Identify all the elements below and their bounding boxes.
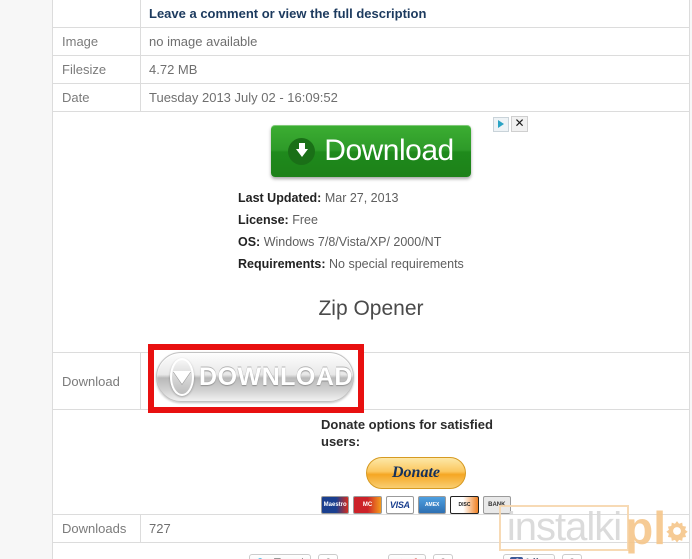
ad-spec-os: OS: Windows 7/8/Vista/XP/ 2000/NT — [238, 235, 524, 249]
table-row-advertisement: ✕ Download Last Updated: Mar 27, 2013 Li… — [52, 111, 690, 364]
maestro-icon: Maestro — [321, 496, 350, 514]
facebook-like-group: f Like 0 — [503, 553, 583, 559]
table-row-comment: Leave a comment or view the full descrip… — [52, 0, 690, 28]
bank-icon: BANK — [482, 496, 511, 514]
table-row-downloads-count: Downloads 727 — [52, 514, 690, 543]
download-triangle-icon — [170, 358, 195, 396]
ad-spec-last-updated: Last Updated: Mar 27, 2013 — [238, 191, 524, 205]
download-button-cell: DOWNLOAD — [140, 344, 690, 413]
file-info-table: Leave a comment or view the full descrip… — [52, 0, 690, 559]
download-highlight-box: DOWNLOAD — [148, 344, 364, 413]
table-row-date: Date Tuesday 2013 July 02 - 16:09:52 — [52, 83, 690, 112]
ad-spec-license: License: Free — [238, 213, 524, 227]
donate-title: Donate options for satisfied users: — [321, 417, 493, 449]
ad-spec-key: Requirements: — [238, 257, 326, 271]
ad-spec-list: Last Updated: Mar 27, 2013 License: Free… — [238, 191, 524, 271]
donate-button-label: Donate — [392, 464, 440, 481]
adchoices-triangle-icon[interactable] — [493, 116, 509, 132]
ad-spec-value: Windows 7/8/Vista/XP/ 2000/NT — [263, 235, 442, 249]
ad-download-button[interactable]: Download — [271, 125, 471, 177]
value-downloads: 727 — [140, 514, 690, 543]
ad-spec-value: No special requirements — [329, 257, 464, 271]
advertisement-block: ✕ Download Last Updated: Mar 27, 2013 Li… — [218, 112, 528, 364]
table-row-download: Download DOWNLOAD — [52, 344, 690, 413]
google-plus-group: g +1 0 — [388, 553, 453, 559]
tweet-button[interactable]: 🐦 Tweet — [249, 553, 312, 559]
label-date: Date — [52, 83, 141, 112]
label-downloads: Downloads — [52, 514, 141, 543]
ad-product-title: Zip Opener — [318, 297, 424, 320]
advertisement-cell: ✕ Download Last Updated: Mar 27, 2013 Li… — [52, 111, 690, 364]
tweet-count: 0 — [318, 553, 339, 559]
facebook-like-count: 0 — [562, 553, 583, 559]
google-plus-icon: g — [395, 555, 402, 559]
social-buttons: 🐦 Tweet 0 g +1 0 — [53, 543, 689, 559]
page-root: Leave a comment or view the full descrip… — [0, 0, 692, 559]
download-arrow-icon — [288, 137, 316, 165]
social-cell: 🐦 Tweet 0 g +1 0 — [52, 542, 690, 559]
payment-card-icons: Maestro MC VISA AMEX DISC BANK — [321, 496, 511, 514]
facebook-like-button[interactable]: f Like — [503, 553, 556, 559]
ad-spec-requirements: Requirements: No special requirements — [238, 257, 524, 271]
ad-controls: ✕ — [493, 116, 528, 132]
ad-spec-value: Free — [292, 213, 318, 227]
table-row-donate: Donate options for satisfied users: Dona… — [52, 409, 690, 515]
label-download: Download — [52, 352, 141, 410]
value-filesize: 4.72 MB — [140, 55, 690, 84]
label-filesize: Filesize — [52, 55, 141, 84]
close-icon[interactable]: ✕ — [511, 116, 528, 132]
visa-icon: VISA — [385, 496, 414, 514]
donate-cell: Donate options for satisfied users: Dona… — [52, 409, 690, 515]
leave-comment-link[interactable]: Leave a comment or view the full descrip… — [149, 6, 426, 21]
ad-download-button-label: Download — [324, 134, 454, 167]
discover-icon: DISC — [450, 496, 479, 514]
table-row-image: Image no image available — [52, 27, 690, 56]
label-image: Image — [52, 27, 141, 56]
ad-spec-key: License: — [238, 213, 289, 227]
table-row-filesize: Filesize 4.72 MB — [52, 55, 690, 84]
donate-block: Donate options for satisfied users: Dona… — [321, 410, 511, 514]
mastercard-icon: MC — [353, 496, 382, 514]
twitter-share-group: 🐦 Tweet 0 — [249, 553, 339, 559]
value-image: no image available — [140, 27, 690, 56]
ad-spec-key: OS: — [238, 235, 261, 249]
comment-cell: Leave a comment or view the full descrip… — [140, 0, 690, 28]
comment-spacer-cell — [52, 0, 141, 28]
ad-spec-key: Last Updated: — [238, 191, 322, 205]
ad-spec-value: Mar 27, 2013 — [324, 191, 399, 205]
value-date: Tuesday 2013 July 02 - 16:09:52 — [140, 83, 690, 112]
main-download-button-label: DOWNLOAD — [199, 362, 353, 391]
gplus-count: 0 — [433, 553, 453, 559]
gplus-button[interactable]: g +1 — [388, 553, 426, 559]
table-row-social: 🐦 Tweet 0 g +1 0 — [52, 542, 690, 559]
donate-button[interactable]: Donate — [366, 457, 466, 489]
amex-icon: AMEX — [418, 496, 447, 514]
main-download-button[interactable]: DOWNLOAD — [156, 352, 354, 402]
